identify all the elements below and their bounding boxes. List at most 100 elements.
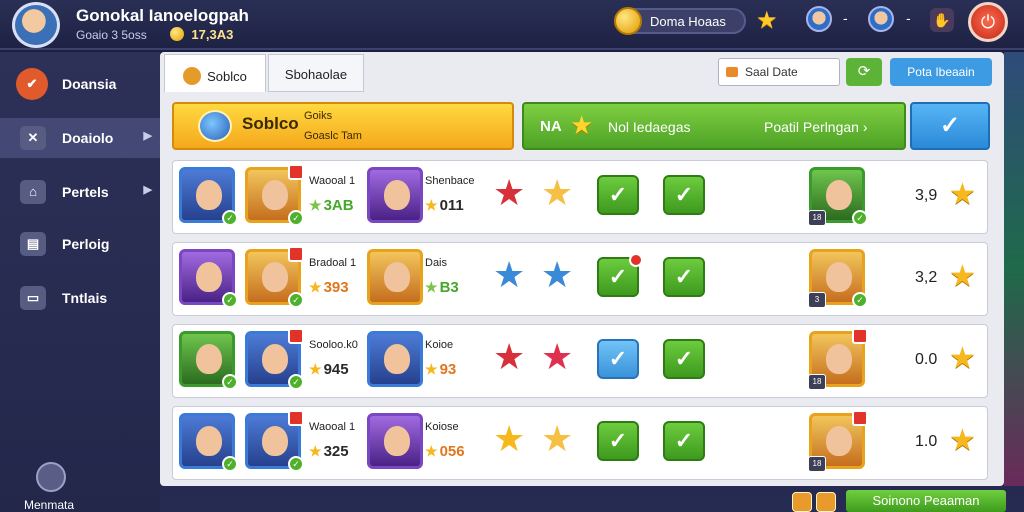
monitor-icon: ▭ — [20, 286, 46, 310]
star-icon: ★ — [309, 279, 322, 295]
star-icon: ★ — [425, 443, 438, 459]
rival-portrait[interactable]: 3 ✓ — [808, 249, 868, 308]
hero-portrait[interactable]: ✓ — [245, 246, 304, 308]
tab-sbohaolae[interactable]: Sbohaolae — [268, 54, 364, 92]
sidebar-item-doaiolo[interactable]: ✕ Doaiolo ▶ — [0, 118, 160, 158]
player-name: Gonokal Ianoelogpah — [76, 6, 249, 25]
hero-portrait[interactable] — [367, 413, 423, 469]
hero-face — [826, 180, 852, 210]
primary-action-button[interactable]: Pota Ibeaain — [890, 58, 992, 86]
done-toggle[interactable]: ✓ — [663, 175, 705, 215]
rival-portrait[interactable]: 18 — [808, 410, 868, 472]
event-banner[interactable]: Soblco Goiks Goaslc Tam — [172, 102, 514, 150]
player-subtitle-text: Goaio 3 5oss — [76, 28, 147, 42]
check-badge-icon: ✓ — [222, 374, 238, 390]
badge-icon: ✔ — [16, 68, 48, 100]
sidebar-item-perloig[interactable]: ▤ Perloig — [0, 224, 160, 264]
star-icon[interactable]: ★ — [541, 421, 573, 457]
table-row[interactable]: ✓ ✓ Waooal 1 ★ 3AB Shenbace ★ 011 ★ ★ ✓ ✓ … — [172, 160, 988, 234]
friend-avatar-icon[interactable] — [806, 6, 832, 32]
background-edge — [1004, 52, 1024, 486]
star-icon: ★ — [425, 197, 438, 213]
sidebar-item-doansia[interactable]: ✔ Doansia — [0, 64, 160, 104]
hero-portrait[interactable]: ✓ — [179, 249, 238, 308]
hero-face — [196, 344, 222, 374]
star-icon[interactable]: ★ — [493, 421, 525, 457]
hero-face — [384, 344, 410, 374]
player-name: Waooal 1 — [309, 175, 356, 187]
table-row[interactable]: ✓ ✓ Waooal 1 ★ 325 Koiose ★ 056 ★ ★ ✓ ✓ 18… — [172, 406, 988, 480]
sidebar-item-label: Perloig — [62, 236, 110, 252]
claim-toggle[interactable]: ✓ — [597, 253, 643, 297]
currency-pill[interactable]: Doma Hoaas — [614, 7, 746, 35]
claim-toggle[interactable]: ✓ — [597, 421, 639, 461]
rival-portrait[interactable]: 18 ✓ — [808, 167, 868, 226]
done-toggle[interactable]: ✓ — [663, 257, 705, 297]
hero-portrait[interactable]: ✓ — [179, 167, 238, 226]
date-input[interactable]: Saal Date — [718, 58, 840, 86]
power-icon[interactable]: ⏻ — [968, 2, 1008, 42]
swords-icon: ✕ — [20, 126, 46, 150]
tab-label: Soblco — [207, 69, 247, 84]
hero-portrait[interactable]: ✓ — [245, 410, 304, 472]
star-icon: ★ — [949, 424, 976, 457]
chest-icon[interactable] — [816, 492, 836, 512]
table-row[interactable]: ✓ ✓ Bradoal 1 ★ 393 Dais ★ B3 ★ ★ ✓ ✓ 3 ✓ 3… — [172, 242, 988, 316]
done-toggle[interactable]: ✓ — [663, 339, 705, 379]
hero-portrait[interactable] — [367, 331, 423, 387]
coin-icon — [170, 27, 185, 41]
table-row[interactable]: ✓ ✓ Sooloo.k0 ★ 945 Koioe ★ 93 ★ ★ ✓ ✓ 18 … — [172, 324, 988, 398]
hero-portrait[interactable]: ✓ — [245, 328, 304, 390]
player-score: ★ 393 — [309, 279, 349, 296]
claim-toggle[interactable]: ✓ — [597, 339, 639, 379]
tab-soblco[interactable]: Soblco — [164, 54, 266, 92]
friend-avatar-icon[interactable] — [868, 6, 894, 32]
hero-face — [826, 262, 852, 292]
rank-action: Poatil Perlngan › — [764, 119, 868, 135]
footer-action-button[interactable]: Soinono Peaaman — [846, 490, 1006, 512]
confirm-button[interactable]: ✓ — [910, 102, 990, 150]
star-icon: ★ — [309, 443, 322, 459]
star-icon[interactable]: ★ — [541, 175, 573, 211]
player-name: Waooal 1 — [309, 421, 356, 433]
check-badge-icon: ✓ — [288, 456, 304, 472]
sidebar-item-tntlais[interactable]: ▭ Tntlais — [0, 278, 160, 318]
refresh-button[interactable]: ⟳ — [846, 58, 882, 86]
player-name: Bradoal 1 — [309, 257, 357, 269]
hero-face — [262, 262, 288, 292]
house-icon: ⌂ — [20, 180, 46, 204]
hero-face — [196, 180, 222, 210]
star-icon[interactable]: ★ — [541, 257, 573, 293]
tag-icon — [288, 410, 304, 426]
gift-icon[interactable] — [792, 492, 812, 512]
star-icon[interactable]: ★ — [541, 339, 573, 375]
star-icon[interactable]: ★ — [493, 257, 525, 293]
star-icon[interactable]: ★ — [493, 175, 525, 211]
hero-portrait[interactable] — [367, 249, 423, 305]
star-icon: ★ — [309, 197, 322, 213]
star-icon: ★ — [425, 361, 438, 377]
check-badge-icon: ✓ — [852, 210, 868, 226]
hero-portrait[interactable]: ✓ — [179, 413, 238, 472]
event-subtitle: Goiks — [304, 110, 333, 122]
claim-toggle[interactable]: ✓ — [597, 175, 639, 215]
level-badge: 18 — [808, 456, 826, 472]
star-icon[interactable]: ★ — [756, 6, 778, 35]
sidebar-item-label: Tntlais — [62, 290, 108, 306]
profile-icon[interactable] — [36, 462, 66, 492]
done-toggle[interactable]: ✓ — [663, 421, 705, 461]
top-bar: Gonokal Ianoelogpah Goaio 3 5oss 17,3A3 … — [0, 0, 1024, 50]
hero-portrait[interactable]: ✓ — [179, 331, 238, 390]
player-avatar[interactable] — [12, 2, 60, 48]
sidebar-item-pertels[interactable]: ⌂ Pertels ▶ — [0, 172, 160, 212]
hero-portrait[interactable]: ✓ — [245, 164, 304, 226]
star-icon[interactable]: ★ — [493, 339, 525, 375]
rank-banner[interactable]: NA ★ Nol Iedaegas Poatil Perlngan › — [522, 102, 906, 150]
tag-icon — [288, 328, 304, 344]
hand-icon[interactable]: ✋ — [930, 8, 954, 32]
rival-portrait[interactable]: 18 — [808, 328, 868, 390]
chevron-right-icon: ▶ — [143, 184, 152, 196]
gold-coin-icon — [614, 7, 642, 35]
hero-portrait[interactable] — [367, 167, 423, 223]
player-coins: 17,3A3 — [191, 27, 234, 42]
